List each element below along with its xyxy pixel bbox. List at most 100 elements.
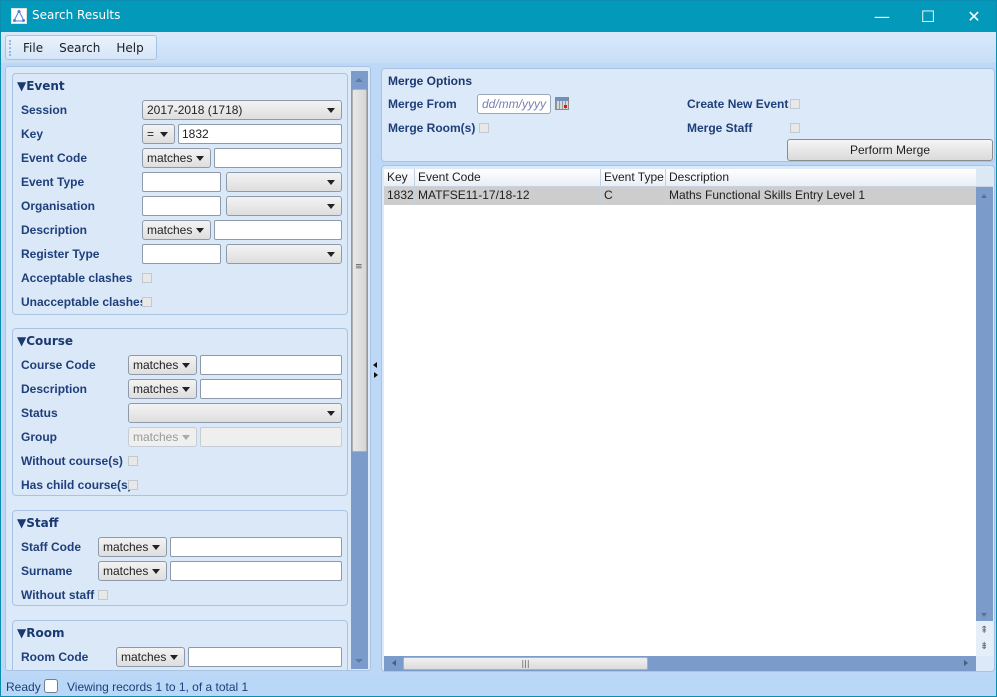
- status-select[interactable]: [128, 403, 342, 423]
- staff-code-input[interactable]: [170, 537, 342, 557]
- room-code-input[interactable]: [188, 647, 342, 667]
- grid-vertical-scrollbar[interactable]: ⇞ ⇟: [976, 169, 993, 656]
- calendar-icon[interactable]: [555, 97, 569, 110]
- event-type-select[interactable]: [226, 172, 342, 192]
- session-select[interactable]: 2017-2018 (1718): [142, 100, 342, 120]
- course-description-label: Description: [21, 382, 88, 396]
- minimize-button[interactable]: —: [859, 1, 905, 32]
- surname-operator-select[interactable]: matches: [98, 561, 167, 581]
- scroll-left-icon[interactable]: [392, 660, 396, 666]
- status-label: Status: [21, 406, 58, 420]
- expand-right-icon[interactable]: [374, 372, 378, 378]
- register-type-label: Register Type: [21, 247, 100, 261]
- without-staff-checkbox[interactable]: [98, 590, 108, 600]
- session-label: Session: [21, 103, 68, 117]
- scroll-up-icon[interactable]: [355, 78, 363, 82]
- course-group-toggle[interactable]: ▼Course: [17, 334, 73, 348]
- organisation-input[interactable]: [142, 196, 221, 216]
- event-code-input[interactable]: [214, 148, 342, 168]
- chevron-down-icon: [196, 156, 204, 161]
- course-description-operator-select[interactable]: matches: [128, 379, 197, 399]
- unacceptable-clashes-label: Unacceptable clashes: [21, 295, 147, 309]
- course-code-operator-value: matches: [133, 358, 179, 372]
- chevron-down-icon: [182, 435, 190, 440]
- column-header-event-code[interactable]: Event Code: [415, 169, 601, 187]
- chevron-down-icon: [182, 363, 190, 368]
- criteria-scrollbar[interactable]: ≡: [351, 71, 368, 669]
- surname-input[interactable]: [170, 561, 342, 581]
- close-button[interactable]: ✕: [951, 1, 997, 32]
- merge-from-date-input[interactable]: dd/mm/yyyy: [477, 94, 551, 114]
- grid-corner: [976, 169, 993, 187]
- event-type-input[interactable]: [142, 172, 221, 192]
- room-code-operator-value: matches: [121, 650, 167, 664]
- room-code-operator-select[interactable]: matches: [116, 647, 185, 667]
- group-operator-select: matches: [128, 427, 197, 447]
- staff-group: ▼Staff Staff Code matches Surname matche…: [12, 510, 348, 606]
- room-group: ▼Room Room Code matches: [12, 620, 348, 670]
- course-description-input[interactable]: [200, 379, 342, 399]
- maximize-button[interactable]: ☐: [905, 1, 951, 32]
- grid-horizontal-scrollbar[interactable]: |||: [384, 656, 976, 671]
- unacceptable-clashes-checkbox[interactable]: [142, 297, 152, 307]
- panel-splitter[interactable]: [371, 66, 379, 671]
- menu-file[interactable]: File: [23, 41, 43, 55]
- search-criteria-panel: ▼Event Session 2017-2018 (1718) Key = 18…: [5, 66, 371, 671]
- group-operator-value: matches: [133, 430, 179, 444]
- status-indicator: [44, 679, 58, 693]
- menu-grip-icon[interactable]: [9, 40, 11, 56]
- table-row[interactable]: 1832 MATFSE11-17/18-12 C Maths Functiona…: [384, 187, 976, 205]
- register-type-input[interactable]: [142, 244, 221, 264]
- scroll-right-icon[interactable]: [964, 660, 968, 666]
- has-child-courses-checkbox[interactable]: [128, 480, 138, 490]
- staff-code-operator-select[interactable]: matches: [98, 537, 167, 557]
- column-header-description[interactable]: Description: [666, 169, 976, 187]
- scroll-down-icon[interactable]: [355, 659, 363, 663]
- results-panel: Key Event Code Event Type Description 18…: [381, 165, 995, 672]
- scroll-down-icon[interactable]: [981, 613, 987, 617]
- grid-hscroll-thumb[interactable]: |||: [403, 657, 648, 670]
- register-type-select[interactable]: [226, 244, 342, 264]
- event-group-toggle[interactable]: ▼Event: [17, 79, 65, 93]
- merge-rooms-label: Merge Room(s): [388, 121, 476, 135]
- staff-group-toggle[interactable]: ▼Staff: [17, 516, 58, 530]
- window-title: Search Results: [32, 8, 121, 22]
- perform-merge-button[interactable]: Perform Merge: [787, 139, 993, 161]
- event-description-operator-select[interactable]: matches: [142, 220, 211, 240]
- without-courses-checkbox[interactable]: [128, 456, 138, 466]
- event-code-operator-select[interactable]: matches: [142, 148, 211, 168]
- merge-options-panel: Merge Options Merge From dd/mm/yyyy Merg…: [381, 68, 995, 162]
- column-header-event-type[interactable]: Event Type: [601, 169, 666, 187]
- create-new-event-checkbox[interactable]: [790, 99, 800, 109]
- room-group-toggle[interactable]: ▼Room: [17, 626, 64, 640]
- merge-from-label: Merge From: [388, 97, 457, 111]
- menu-search[interactable]: Search: [59, 41, 100, 55]
- results-grid: Key Event Code Event Type Description 18…: [384, 169, 976, 656]
- scroll-to-bottom-icon[interactable]: ⇟: [980, 641, 988, 652]
- scroll-up-icon[interactable]: [981, 194, 987, 198]
- collapse-left-icon[interactable]: [373, 362, 377, 368]
- minimize-icon: —: [874, 7, 890, 26]
- cell-event-type: C: [601, 187, 666, 205]
- key-operator-select[interactable]: =: [142, 124, 175, 144]
- event-description-input[interactable]: [214, 220, 342, 240]
- course-code-operator-select[interactable]: matches: [128, 355, 197, 375]
- event-code-label: Event Code: [21, 151, 88, 165]
- scroll-to-top-icon[interactable]: ⇞: [980, 625, 988, 636]
- merge-rooms-checkbox[interactable]: [479, 123, 489, 133]
- menu-help[interactable]: Help: [116, 41, 143, 55]
- grid-vscroll-track[interactable]: [976, 187, 993, 621]
- organisation-select[interactable]: [226, 196, 342, 216]
- group-input: [200, 427, 342, 447]
- key-input[interactable]: 1832: [178, 124, 342, 144]
- merge-staff-checkbox[interactable]: [790, 123, 800, 133]
- app-icon: [11, 8, 27, 24]
- course-code-input[interactable]: [200, 355, 342, 375]
- chevron-down-icon: [152, 545, 160, 550]
- merge-options-title: Merge Options: [388, 74, 473, 88]
- grid-header: Key Event Code Event Type Description: [384, 169, 976, 187]
- title-bar: Search Results — ☐ ✕: [1, 1, 996, 32]
- acceptable-clashes-checkbox[interactable]: [142, 273, 152, 283]
- chevron-down-icon: [196, 228, 204, 233]
- column-header-key[interactable]: Key: [384, 169, 415, 187]
